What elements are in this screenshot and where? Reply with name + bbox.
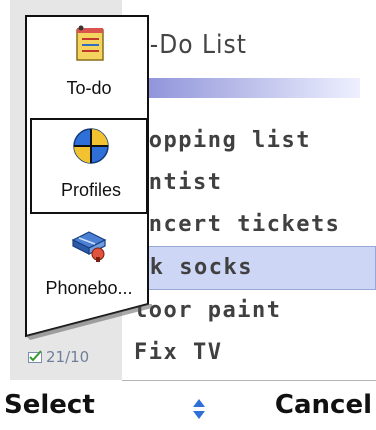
app-switcher-popup: To-do Profiles Phonebo... xyxy=(24,14,160,340)
phonebook-icon xyxy=(69,224,109,264)
todo-notepad-icon xyxy=(69,24,109,64)
switcher-item-phonebook[interactable]: Phonebo... xyxy=(30,218,148,314)
list-item-selected[interactable]: nk socks xyxy=(122,246,376,290)
switcher-item-todo[interactable]: To-do xyxy=(30,18,148,114)
list-item[interactable]: Fix TV xyxy=(122,332,376,374)
title-underline-bar xyxy=(134,78,360,98)
profiles-globe-icon xyxy=(71,126,111,166)
softkey-bar: Select Cancel xyxy=(0,382,376,430)
todo-app-area: o-Do List hopping list entist oncert tic… xyxy=(122,0,376,380)
phone-screen: o-Do List hopping list entist oncert tic… xyxy=(0,0,376,430)
list-item[interactable]: loor paint xyxy=(122,290,376,332)
switcher-item-label: Profiles xyxy=(60,180,122,200)
switcher-item-label: To-do xyxy=(66,78,112,98)
date-text: 21/10 xyxy=(46,348,90,366)
divider xyxy=(122,380,376,381)
date-indicator: 21/10 xyxy=(28,340,122,374)
list-item[interactable]: entist xyxy=(122,162,376,204)
calendar-check-icon xyxy=(28,350,43,364)
list-item[interactable]: hopping list xyxy=(122,120,376,162)
scroll-updown-icon xyxy=(192,398,206,420)
cancel-softkey[interactable]: Cancel xyxy=(275,390,372,420)
list-item[interactable]: oncert tickets xyxy=(122,204,376,246)
switcher-item-label: Phonebo... xyxy=(45,278,133,298)
todo-list: hopping list entist oncert tickets nk so… xyxy=(122,120,376,374)
select-softkey[interactable]: Select xyxy=(4,390,95,420)
switcher-item-profiles[interactable]: Profiles xyxy=(30,118,148,214)
